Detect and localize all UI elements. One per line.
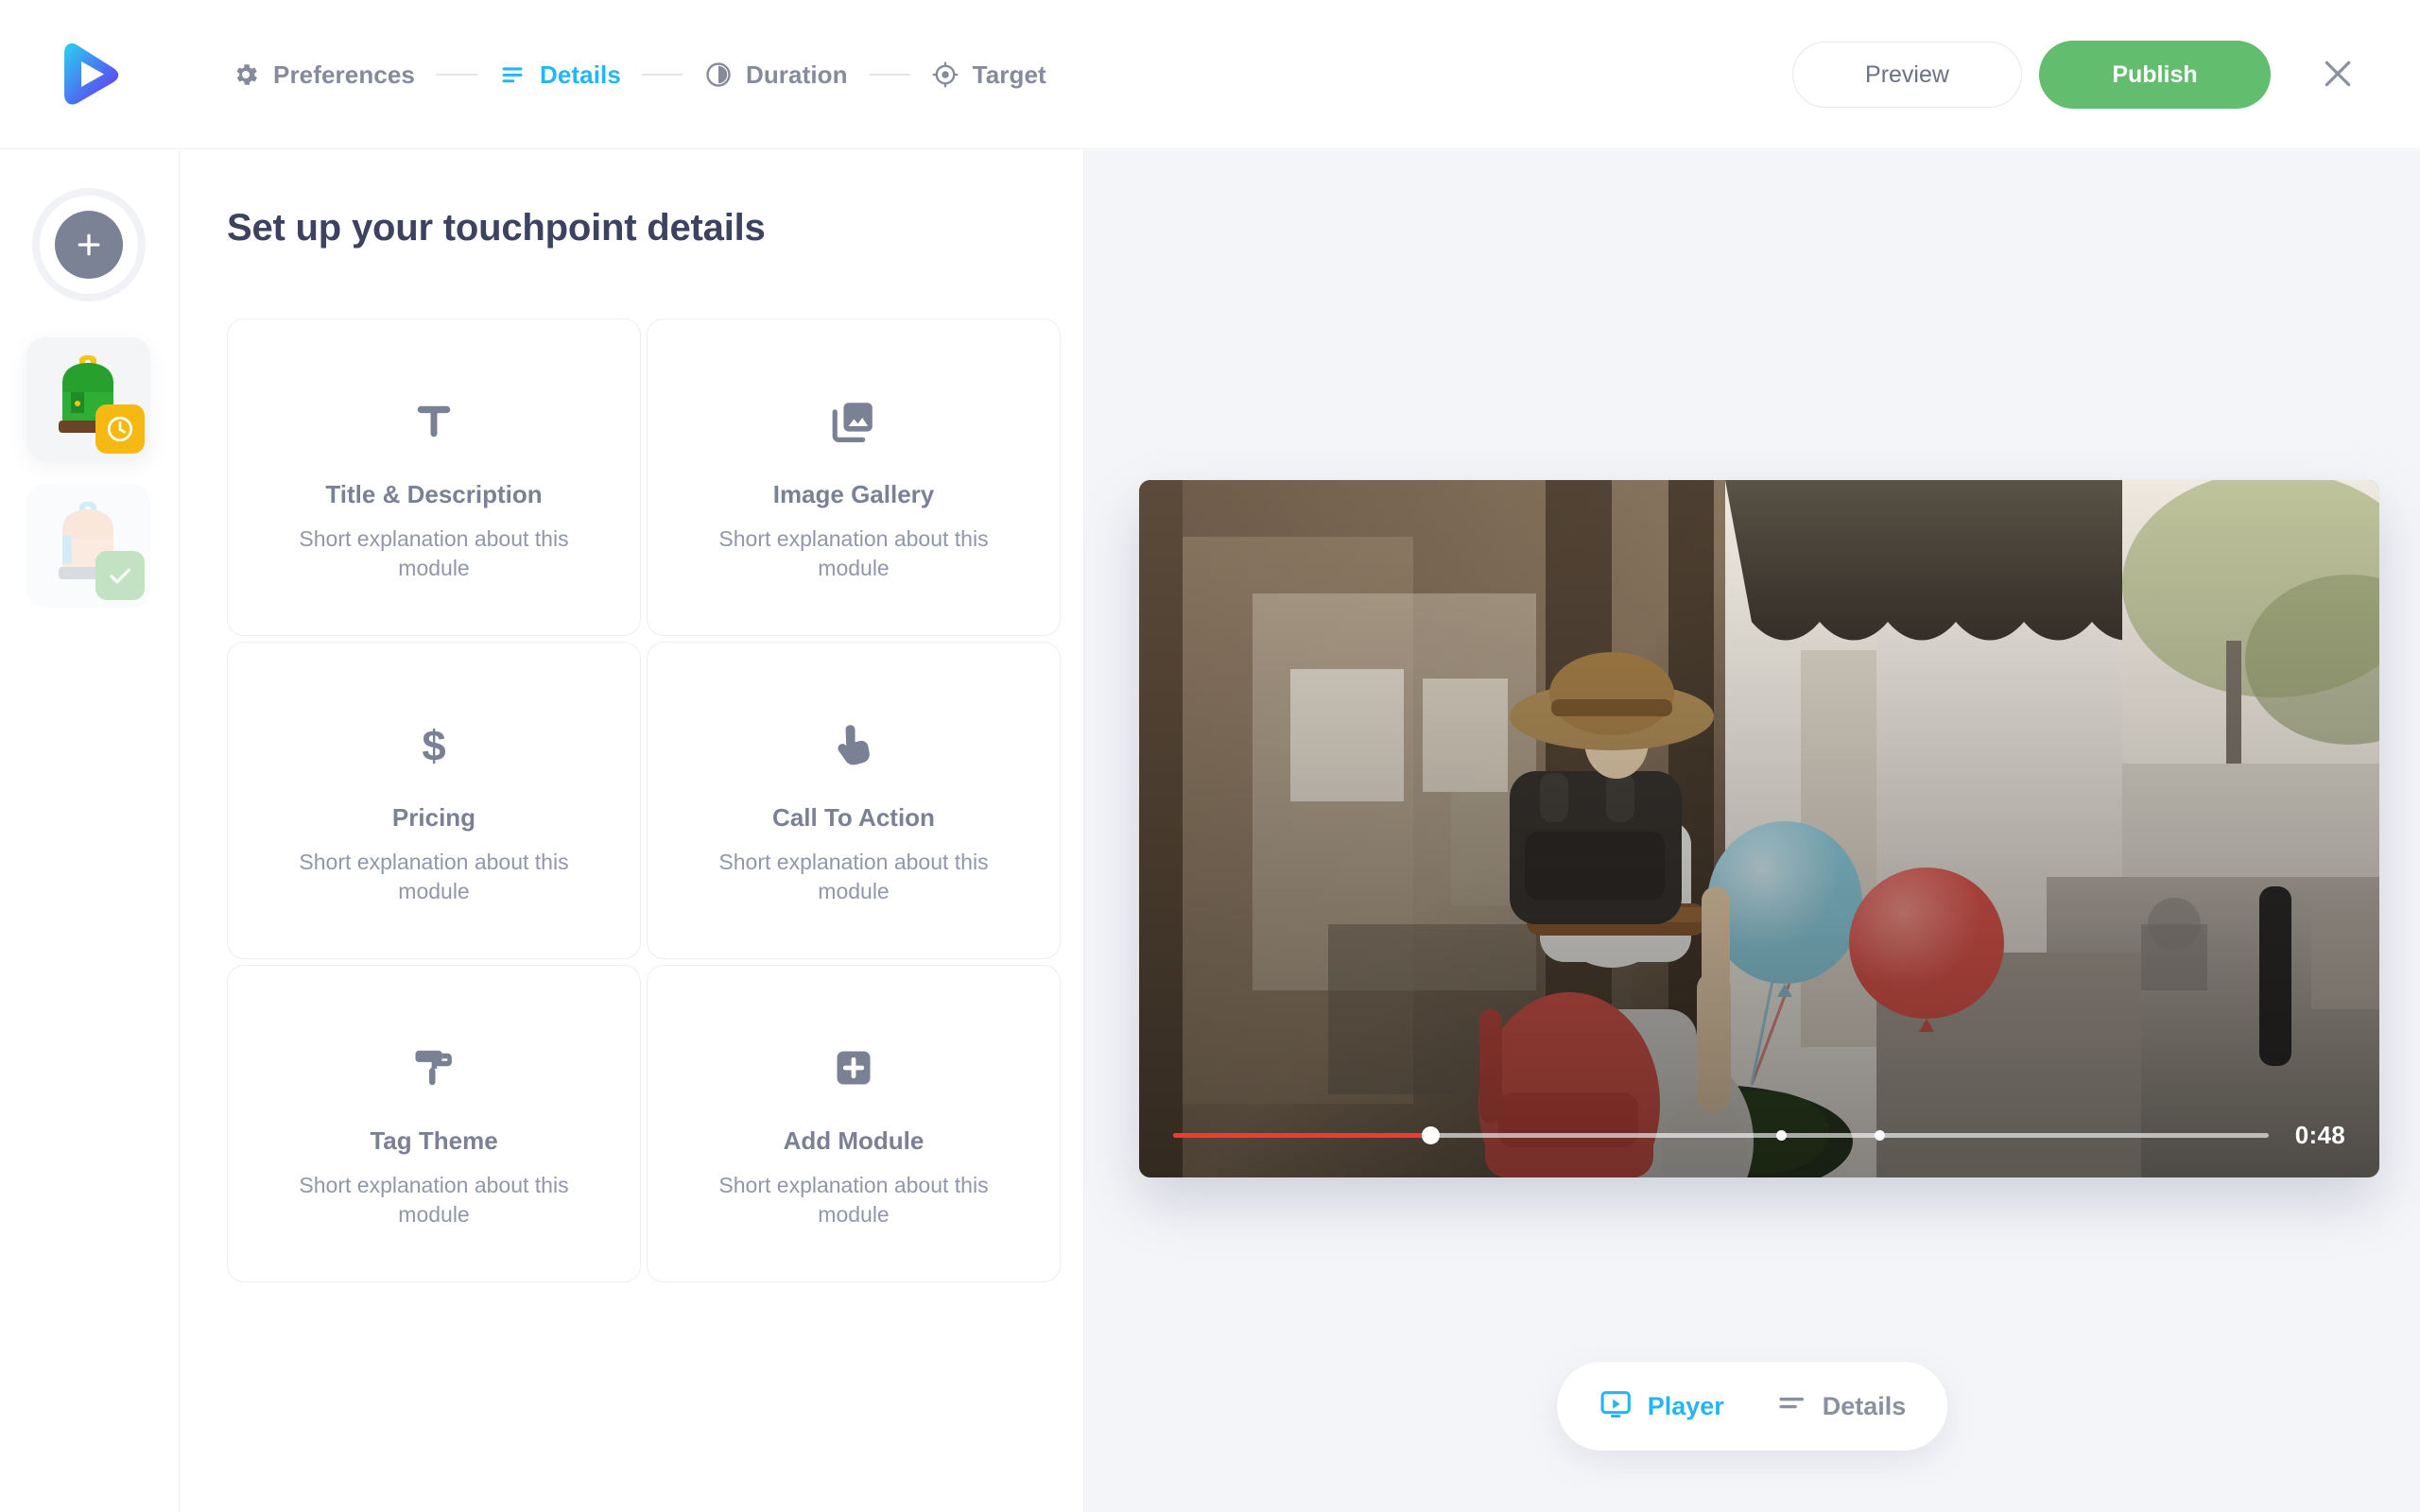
module-description: Short explanation about this module	[718, 1173, 989, 1228]
step-label: Duration	[745, 60, 848, 89]
module-title: Add Module	[783, 1126, 925, 1155]
step-separator	[435, 74, 477, 76]
module-grid: Title & Description Short explanation ab…	[227, 318, 1061, 1288]
step-details[interactable]: Details	[498, 60, 621, 90]
close-button[interactable]	[2308, 45, 2367, 104]
chapter-marker[interactable]	[1874, 1129, 1885, 1141]
module-description: Short explanation about this module	[299, 850, 569, 904]
video-progress-track[interactable]	[1173, 1125, 2269, 1144]
plus-icon	[55, 211, 123, 279]
step-separator	[641, 74, 683, 76]
module-description: Short explanation about this module	[299, 1173, 569, 1228]
video-controls: 0:48	[1139, 1092, 2379, 1177]
module-title: Title & Description	[325, 480, 543, 508]
image-stack-icon	[828, 365, 879, 478]
module-card-add-module[interactable]: Add Module Short explanation about this …	[647, 965, 1061, 1282]
svg-text:$: $	[422, 721, 445, 769]
video-frame-image	[1139, 480, 2379, 1177]
plus-square-icon	[830, 1011, 877, 1125]
app-header: Preferences Details Duration Target Prev…	[0, 0, 2420, 149]
preview-button[interactable]: Preview	[1792, 42, 2022, 108]
dollar-sign-icon: $	[409, 688, 458, 801]
chapter-marker[interactable]	[1775, 1129, 1787, 1141]
module-title: Tag Theme	[370, 1126, 498, 1155]
module-title: Pricing	[391, 803, 476, 832]
rail-item-backpack-green[interactable]	[26, 337, 150, 461]
publish-button[interactable]: Publish	[2039, 41, 2271, 109]
module-card-call-to-action[interactable]: Call To Action Short explanation about t…	[647, 642, 1061, 959]
text-t-icon	[409, 365, 458, 478]
list-lines-icon	[1775, 1388, 1807, 1425]
step-preferences[interactable]: Preferences	[232, 60, 415, 90]
player-screen-icon	[1599, 1387, 1633, 1426]
step-navigation: Preferences Details Duration Target	[232, 0, 1046, 149]
preview-mode-tabs: Player Details	[1556, 1362, 1948, 1451]
module-title: Image Gallery	[772, 480, 935, 508]
tab-label: Player	[1647, 1391, 1724, 1420]
module-description: Short explanation about this module	[718, 850, 989, 904]
module-title: Call To Action	[772, 803, 935, 832]
check-icon	[110, 568, 130, 584]
check-badge	[95, 551, 145, 600]
touchpoint-rail	[0, 150, 180, 1512]
tab-player[interactable]: Player	[1599, 1387, 1724, 1426]
page-title: Set up your touchpoint details	[227, 207, 766, 249]
tap-hand-icon	[829, 688, 878, 801]
clock-icon	[107, 416, 133, 442]
module-card-title-description[interactable]: Title & Description Short explanation ab…	[227, 318, 641, 636]
step-label: Preferences	[273, 60, 415, 89]
tab-label: Details	[1822, 1391, 1907, 1420]
step-separator	[868, 74, 910, 76]
preview-panel: 0:48 Player Details	[1084, 150, 2420, 1512]
gear-icon	[232, 60, 260, 89]
rail-item-backpack-peach[interactable]	[26, 484, 150, 608]
video-scrubber-handle[interactable]	[1422, 1125, 1441, 1144]
half-moon-clock-icon	[704, 60, 733, 89]
module-description: Short explanation about this module	[718, 526, 989, 581]
list-lines-icon	[498, 60, 527, 89]
paint-roller-icon	[409, 1011, 458, 1125]
add-touchpoint-button[interactable]	[40, 196, 138, 294]
video-time-label: 0:48	[2294, 1120, 2345, 1149]
step-target[interactable]: Target	[931, 60, 1046, 90]
header-actions: Preview Publish	[1792, 0, 2367, 149]
close-icon	[2319, 55, 2357, 95]
module-card-tag-theme[interactable]: Tag Theme Short explanation about this m…	[227, 965, 641, 1282]
step-duration[interactable]: Duration	[704, 60, 848, 90]
video-preview[interactable]: 0:48	[1139, 480, 2379, 1177]
step-label: Details	[539, 60, 621, 89]
details-panel: Set up your touchpoint details Title & D…	[180, 150, 1084, 1512]
app-logo[interactable]	[59, 40, 121, 108]
step-label: Target	[972, 60, 1046, 89]
module-card-image-gallery[interactable]: Image Gallery Short explanation about th…	[647, 318, 1061, 636]
module-card-pricing[interactable]: $ Pricing Short explanation about this m…	[227, 642, 641, 959]
target-crosshair-icon	[931, 60, 959, 89]
clock-badge	[95, 404, 145, 454]
video-progress-fill	[1173, 1132, 1431, 1138]
tab-details[interactable]: Details	[1775, 1388, 1907, 1425]
module-description: Short explanation about this module	[299, 526, 569, 581]
